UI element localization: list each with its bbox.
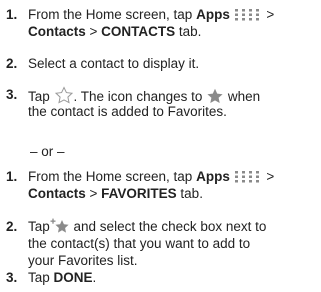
step-text-segment: when — [224, 89, 261, 104]
step-text-segment: Tap — [28, 89, 54, 104]
contacts-label: Contacts — [28, 24, 86, 39]
step-text: Tap and select the check box next to the… — [28, 218, 321, 269]
step-text-segment: > — [262, 7, 275, 22]
step-number: 2. — [6, 219, 18, 234]
step-text-segment: Tap — [28, 219, 50, 234]
step-number: 1. — [6, 169, 18, 184]
contacts-label: Contacts — [28, 186, 86, 201]
apps-label: Apps — [196, 169, 230, 184]
step-text: From the Home screen, tap Apps > Contact… — [28, 168, 321, 202]
step-text-segment: Tap — [28, 270, 54, 285]
step-text-segment: > — [85, 186, 102, 201]
step-text-segment: From the Home screen, tap — [28, 7, 197, 22]
tab-name-label: CONTACTS — [101, 24, 176, 39]
step-text-line: your Favorites list. — [28, 253, 138, 268]
step-text-segment: > — [85, 24, 102, 39]
apps-label: Apps — [196, 7, 230, 22]
step-text-segment: tab. — [175, 24, 202, 39]
step-text: Tap . The icon changes to when the conta… — [28, 86, 321, 120]
step-text-line: the contact(s) that you want to add to — [28, 236, 251, 251]
step-text-segment: From the Home screen, tap — [28, 169, 197, 184]
step-text-segment: . — [92, 270, 97, 285]
step-text-segment: > — [262, 169, 275, 184]
step-text: Tap DONE. — [28, 269, 321, 286]
step-text-segment: . The icon changes to — [73, 89, 207, 104]
step-text-line: Select a contact to display it. — [28, 56, 200, 71]
step-text: Select a contact to display it. — [28, 55, 321, 72]
apps-grid-icon — [234, 170, 263, 188]
tab-name-label: FAVORITES — [101, 186, 177, 201]
step-text-segment: and select the check box next to — [69, 219, 267, 234]
step-text: From the Home screen, tap Apps > Contact… — [28, 6, 321, 40]
apps-grid-icon — [234, 8, 263, 26]
step-text-segment: tab. — [176, 186, 203, 201]
step-number: 1. — [6, 7, 18, 22]
done-label: DONE — [53, 270, 93, 285]
step-number: 3. — [6, 270, 18, 285]
instructions-document: 1. From the Home screen, tap Apps > Cont… — [0, 0, 321, 292]
or-separator: – or – — [30, 144, 65, 159]
step-text-line: the contact is added to Favorites. — [28, 104, 227, 119]
step-number: 2. — [6, 56, 18, 71]
step-number: 3. — [6, 87, 18, 102]
